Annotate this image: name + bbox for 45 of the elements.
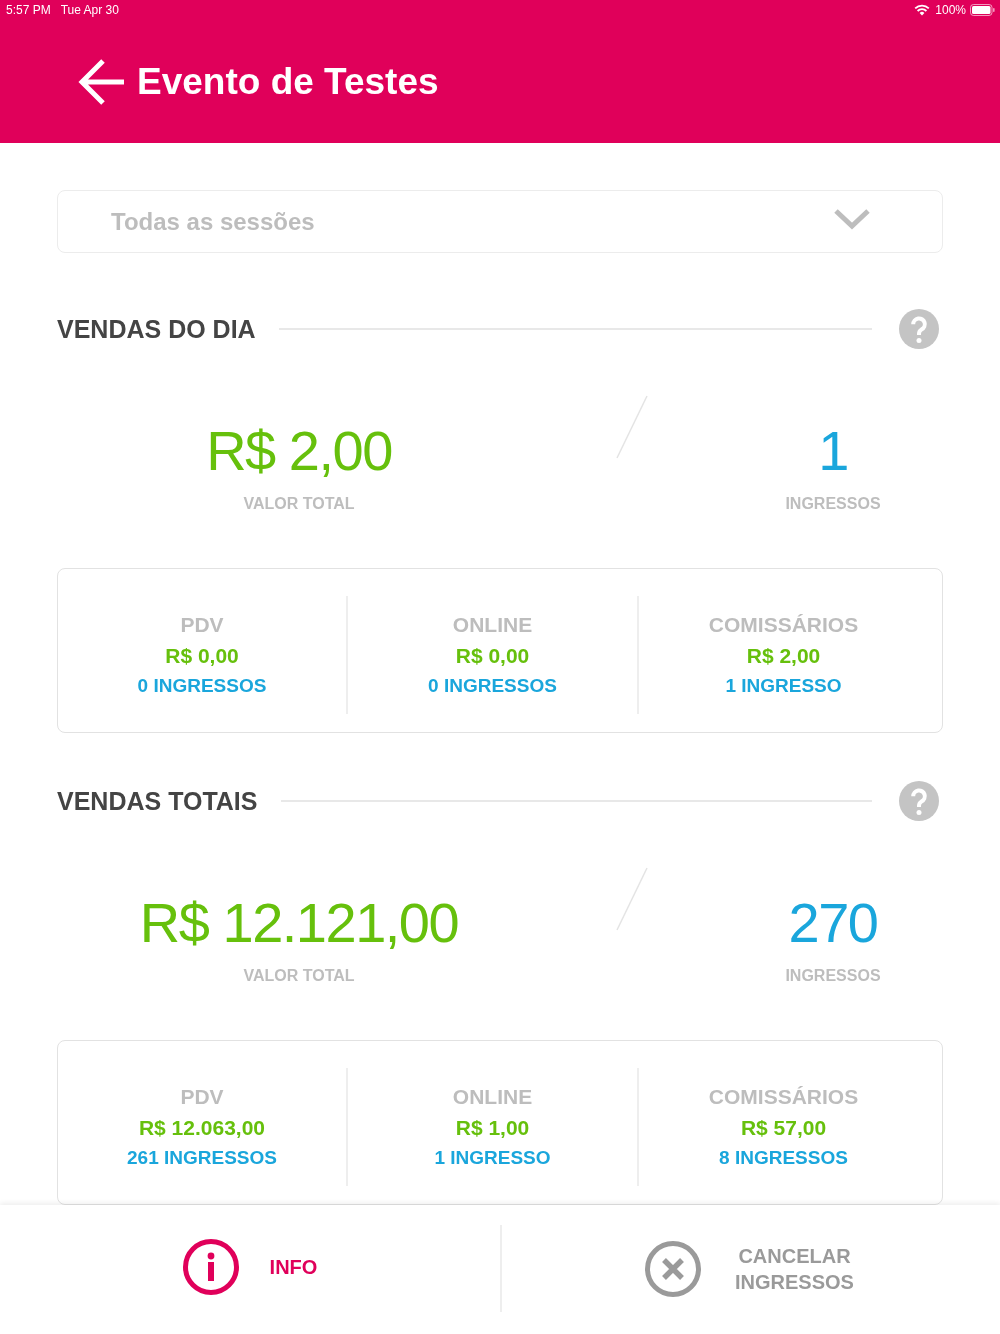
- section-title: VENDAS TOTAIS: [57, 786, 258, 816]
- channel-tickets: 0 INGRESSOS: [428, 674, 557, 698]
- channel-tickets: 1 INGRESSO: [725, 674, 842, 698]
- ticket-count-label: INGRESSOS: [785, 494, 881, 514]
- info-icon: [182, 1238, 239, 1295]
- page-title: Evento de Testes: [137, 60, 439, 103]
- status-date: Tue Apr 30: [60, 3, 119, 17]
- channel-tickets: 1 INGRESSO: [434, 1146, 551, 1170]
- channel-name: PDV: [180, 612, 224, 638]
- diagonal-divider-line: [616, 395, 648, 459]
- channel-name: COMISSÁRIOS: [708, 1084, 859, 1110]
- channel-value: R$ 1,00: [455, 1115, 530, 1141]
- help-icon[interactable]: [899, 309, 939, 349]
- channel-tickets: 8 INGRESSOS: [719, 1146, 848, 1170]
- cancel-tickets-button[interactable]: CANCELAR INGRESSOS: [645, 1240, 857, 1297]
- channel-name: ONLINE: [452, 1084, 533, 1110]
- help-icon[interactable]: [899, 781, 939, 821]
- ticket-count: 270: [788, 890, 878, 956]
- wifi-icon: [914, 4, 931, 16]
- channel-value: R$ 0,00: [165, 643, 239, 669]
- diagonal-divider-line: [616, 867, 648, 931]
- battery-icon: [970, 4, 995, 16]
- ticket-count: 1: [818, 418, 848, 484]
- channel-tickets: 0 INGRESSOS: [137, 674, 267, 698]
- total-value: R$ 2,00: [206, 418, 392, 484]
- channel-name: COMISSÁRIOS: [708, 612, 859, 638]
- channel-value: R$ 0,00: [455, 643, 530, 669]
- total-value: R$ 12.121,00: [139, 890, 459, 956]
- channel-tickets: 261 INGRESSOS: [127, 1146, 277, 1170]
- channel-value: R$ 12.063,00: [138, 1115, 266, 1141]
- channel-value: R$ 57,00: [740, 1115, 827, 1141]
- section-title: VENDAS DO DIA: [57, 314, 256, 344]
- session-dropdown[interactable]: Todas as sessões: [57, 190, 943, 253]
- back-arrow-icon[interactable]: [78, 58, 126, 105]
- total-value-label: VALOR TOTAL: [243, 494, 355, 514]
- channel-value: R$ 2,00: [746, 643, 821, 669]
- status-time: 5:57 PM: [6, 3, 51, 17]
- battery-percent: 100%: [935, 3, 966, 17]
- channel-name: PDV: [180, 1084, 224, 1110]
- close-icon: [645, 1240, 701, 1297]
- info-button[interactable]: INFO: [182, 1238, 318, 1295]
- ticket-count-label: INGRESSOS: [785, 966, 881, 986]
- chevron-down-icon: [834, 207, 870, 230]
- channel-name: ONLINE: [452, 612, 533, 638]
- total-value-label: VALOR TOTAL: [243, 966, 355, 986]
